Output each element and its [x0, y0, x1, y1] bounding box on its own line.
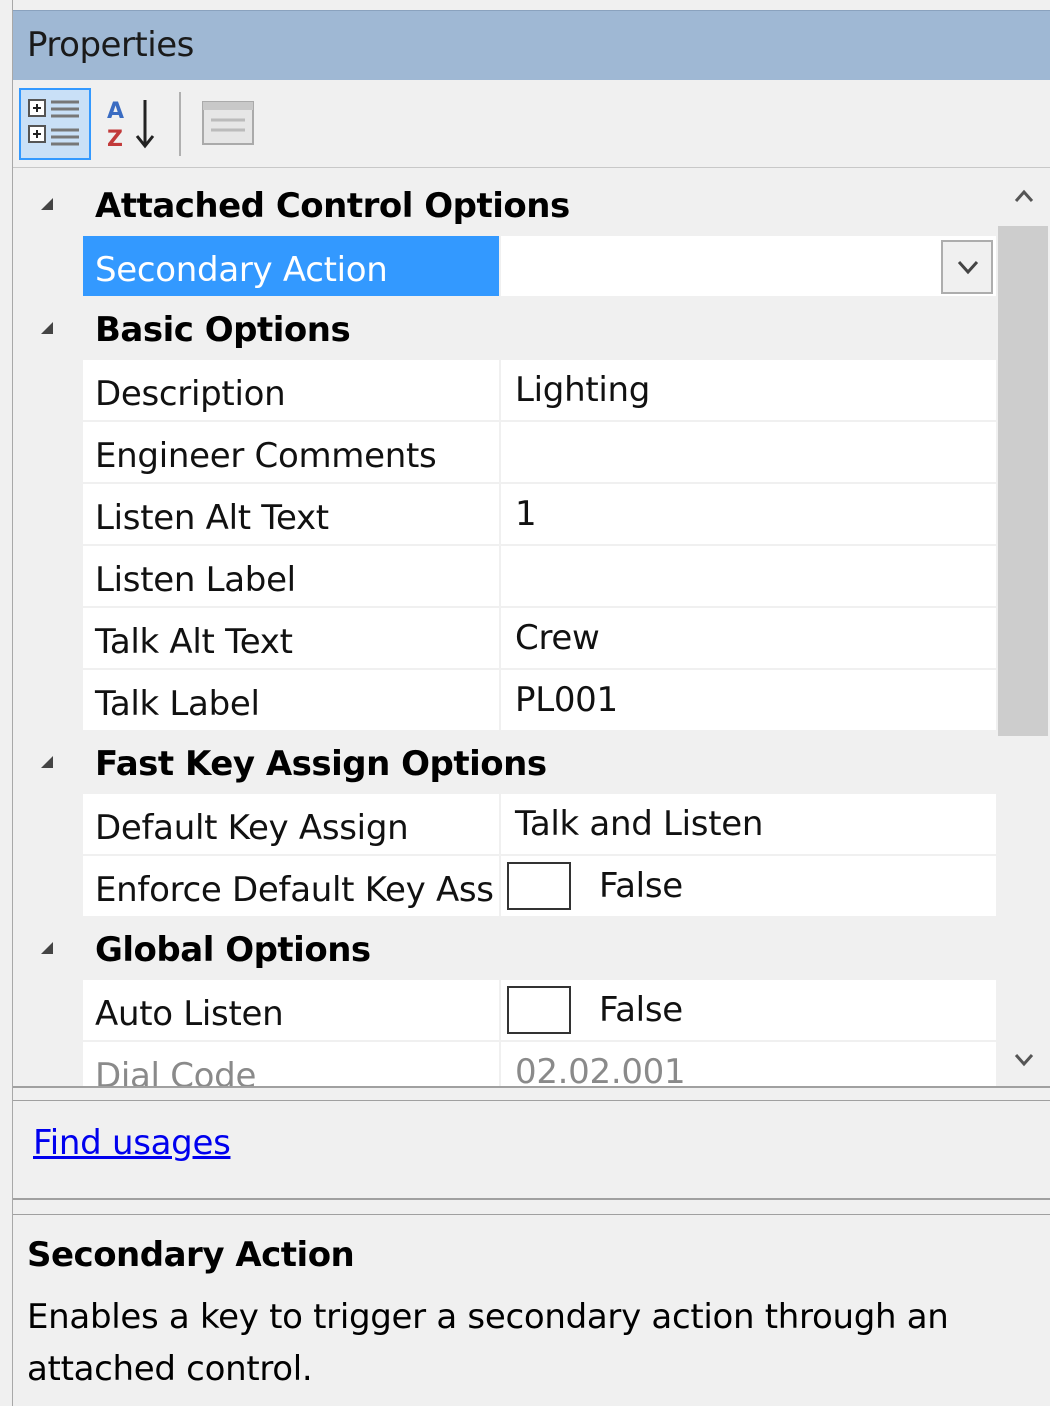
categorized-button[interactable]	[19, 88, 91, 160]
property-value[interactable]: 02.02.001	[501, 1042, 996, 1086]
scroll-down-button[interactable]	[996, 1032, 1050, 1086]
property-row-dial-code[interactable]: Dial Code 02.02.001	[13, 1042, 996, 1086]
collapse-triangle-icon[interactable]	[41, 942, 53, 954]
property-value[interactable]: 1	[501, 484, 996, 544]
property-name[interactable]: Enforce Default Key Ass	[83, 856, 499, 916]
scroll-up-button[interactable]	[996, 168, 1050, 224]
commands-pane: Find usages	[13, 1100, 1050, 1200]
chevron-down-icon	[957, 260, 979, 275]
categorized-icon	[28, 99, 79, 146]
property-grid: Attached Control Options Secondary Actio…	[13, 168, 1050, 1088]
property-value[interactable]	[501, 546, 996, 606]
property-name[interactable]: Talk Alt Text	[83, 608, 499, 668]
sort-az-icon: A Z	[107, 99, 155, 152]
property-name[interactable]: Description	[83, 360, 499, 420]
left-border	[0, 0, 13, 1406]
property-row-talk-label[interactable]: Talk Label PL001	[13, 670, 996, 732]
property-value: False	[599, 866, 683, 906]
property-row-default-key-assign[interactable]: Default Key Assign Talk and Listen	[13, 794, 996, 856]
property-value-checkbox-cell[interactable]: False	[501, 856, 996, 916]
svg-text:Z: Z	[107, 127, 123, 152]
property-value-dropdown[interactable]	[501, 236, 996, 296]
property-row-description[interactable]: Description Lighting	[13, 360, 996, 422]
property-row-talk-alt-text[interactable]: Talk Alt Text Crew	[13, 608, 996, 670]
property-name[interactable]: Listen Alt Text	[83, 484, 499, 544]
description-text: Enables a key to trigger a secondary act…	[27, 1297, 949, 1389]
toolbar: A Z	[13, 80, 1050, 168]
property-name[interactable]: Talk Label	[83, 670, 499, 730]
alphabetical-button[interactable]: A Z	[99, 88, 171, 160]
category-label: Attached Control Options	[95, 186, 570, 226]
collapse-triangle-icon[interactable]	[41, 322, 53, 334]
property-row-enforce-default-key-assign[interactable]: Enforce Default Key Ass False	[13, 856, 996, 918]
property-name[interactable]: Auto Listen	[83, 980, 499, 1040]
category-attached-control-options[interactable]: Attached Control Options	[13, 174, 996, 236]
panel-title: Properties	[27, 25, 194, 65]
property-row-auto-listen[interactable]: Auto Listen False	[13, 980, 996, 1042]
chevron-up-icon	[1014, 189, 1034, 202]
property-row-listen-label[interactable]: Listen Label	[13, 546, 996, 608]
svg-text:A: A	[107, 99, 124, 124]
collapse-triangle-icon[interactable]	[41, 198, 53, 210]
description-pane: Secondary Action Enables a key to trigge…	[13, 1214, 1050, 1406]
property-value[interactable]: PL001	[501, 670, 996, 730]
property-value[interactable]: Crew	[501, 608, 996, 668]
property-name[interactable]: Listen Label	[83, 546, 499, 606]
checkbox[interactable]	[507, 862, 571, 910]
scrollbar-thumb[interactable]	[998, 226, 1048, 736]
property-name[interactable]: Dial Code	[83, 1042, 499, 1086]
category-basic-options[interactable]: Basic Options	[13, 298, 996, 360]
find-usages-link[interactable]: Find usages	[33, 1123, 231, 1163]
category-label: Fast Key Assign Options	[95, 744, 547, 784]
property-pages-button[interactable]	[193, 88, 265, 160]
property-value[interactable]: Talk and Listen	[501, 794, 996, 854]
property-value[interactable]	[501, 422, 996, 482]
chevron-down-icon	[1014, 1054, 1034, 1067]
dropdown-button[interactable]	[941, 240, 993, 294]
property-row-listen-alt-text[interactable]: Listen Alt Text 1	[13, 484, 996, 546]
property-name[interactable]: Secondary Action	[83, 236, 499, 296]
property-pages-icon	[202, 101, 254, 145]
property-row-secondary-action[interactable]: Secondary Action	[13, 236, 996, 298]
category-label: Basic Options	[95, 310, 351, 350]
vertical-scrollbar[interactable]	[996, 168, 1050, 1086]
category-global-options[interactable]: Global Options	[13, 918, 996, 980]
category-fast-key-assign-options[interactable]: Fast Key Assign Options	[13, 732, 996, 794]
description-title: Secondary Action	[27, 1235, 355, 1275]
checkbox[interactable]	[507, 986, 571, 1034]
toolbar-separator	[179, 92, 181, 156]
property-name[interactable]: Default Key Assign	[83, 794, 499, 854]
properties-window: Properties A Z Attached Control Options …	[0, 0, 1050, 1406]
category-label: Global Options	[95, 930, 371, 970]
property-name[interactable]: Engineer Comments	[83, 422, 499, 482]
property-value: False	[599, 990, 683, 1030]
property-row-engineer-comments[interactable]: Engineer Comments	[13, 422, 996, 484]
title-bar[interactable]: Properties	[13, 10, 1050, 80]
property-value-checkbox-cell[interactable]: False	[501, 980, 996, 1040]
collapse-triangle-icon[interactable]	[41, 756, 53, 768]
property-value[interactable]: Lighting	[501, 360, 996, 420]
